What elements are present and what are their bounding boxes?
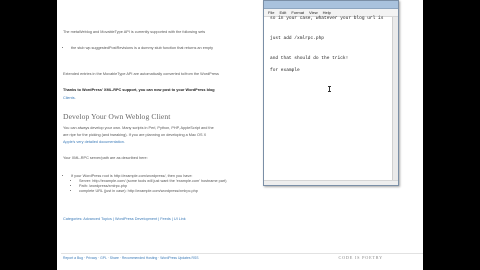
notepad-title-bar[interactable]: [264, 1, 398, 9]
section-heading: Develop Your Own Weblog Client: [63, 112, 171, 121]
develop-text-1: You can always develop your own. Many sc…: [63, 126, 214, 130]
develop-text-2: are ripe for the picking (and tweaking).…: [63, 133, 207, 137]
endpoint-url-item: complete URL (just in case): http://exam…: [79, 189, 226, 194]
thanks-text: Thanks to WordPress' XML-RPC support, yo…: [63, 88, 215, 92]
notepad-bottom-edge: [264, 180, 398, 185]
endpoint-text: Your XML-RPC server/path are as describe…: [63, 156, 148, 160]
notepad-line-2: just add /xmlrpc.php: [270, 36, 325, 41]
right-letterbox: [423, 0, 480, 270]
footer-links[interactable]: Report a Bug · Privacy · GPL · Share · R…: [63, 256, 199, 260]
endpoint-sublist: Server: http://example.com/ (some tools …: [71, 179, 226, 194]
notepad-line-4: for example: [270, 68, 300, 73]
footer-divider: [61, 253, 423, 254]
menu-edit[interactable]: Edit: [279, 9, 286, 16]
stub-item: the stub wp.suggestedPostRevisions is a …: [71, 46, 213, 51]
extended-entries-text: Extended entries in the MovableType API …: [63, 72, 219, 76]
documentation-link[interactable]: Apple's very detailed documentation.: [63, 140, 125, 145]
clients-link[interactable]: Clients.: [63, 96, 76, 101]
endpoint-list: If your WordPress root is http://example…: [65, 174, 226, 194]
notepad-window[interactable]: File Edit Format View Help so in your ca…: [263, 0, 399, 186]
endpoint-main-label: If your WordPress root is http://example…: [71, 174, 193, 178]
endpoint-main-item: If your WordPress root is http://example…: [71, 174, 226, 194]
notepad-line-1: so in your case, whatever your blog url …: [270, 16, 384, 21]
left-letterbox: [0, 0, 57, 270]
notepad-line-3: and that should do the trick!: [270, 56, 349, 61]
stub-list: the stub wp.suggestedPostRevisions is a …: [65, 46, 213, 51]
text-cursor-icon: [328, 86, 331, 92]
categories-links[interactable]: Categories: Advanced Topics | WordPress …: [63, 217, 186, 222]
footer-brand: CODE IS POETRY: [338, 255, 383, 260]
notepad-text-area[interactable]: so in your case, whatever your blog url …: [264, 16, 392, 181]
menu-view[interactable]: View: [309, 9, 318, 16]
notepad-scrollbar[interactable]: [392, 17, 398, 181]
menu-format[interactable]: Format: [291, 9, 304, 16]
intro-text: The metaWeblog and MovableType API is cu…: [63, 30, 206, 34]
menu-file[interactable]: File: [268, 9, 274, 16]
menu-help[interactable]: Help: [323, 9, 331, 16]
